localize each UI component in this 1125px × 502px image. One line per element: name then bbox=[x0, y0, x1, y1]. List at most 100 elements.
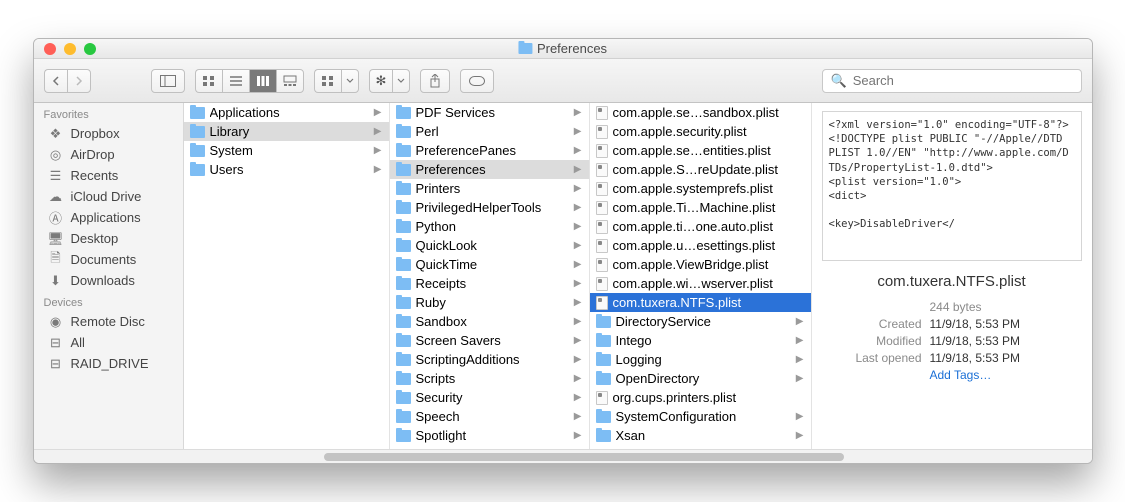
sidebar-item[interactable]: 🗎Documents bbox=[34, 249, 183, 270]
file-row[interactable]: PDF Services▶ bbox=[390, 103, 589, 122]
list-view-button[interactable] bbox=[222, 69, 249, 93]
file-row[interactable]: DirectoryService▶ bbox=[590, 312, 811, 331]
sidebar-item-label: RAID_DRIVE bbox=[71, 356, 149, 371]
file-row[interactable]: Preferences▶ bbox=[390, 160, 589, 179]
sidebar-item[interactable]: ☰Recents bbox=[34, 165, 183, 186]
preview-content: <?xml version="1.0" encoding="UTF-8"?> <… bbox=[822, 111, 1082, 261]
file-name: org.cups.printers.plist bbox=[613, 390, 807, 405]
file-row[interactable]: Security▶ bbox=[390, 388, 589, 407]
file-name: com.apple.u…esettings.plist bbox=[613, 238, 807, 253]
file-row[interactable]: SystemConfiguration▶ bbox=[590, 407, 811, 426]
file-row[interactable]: Scripts▶ bbox=[390, 369, 589, 388]
file-name: Receipts bbox=[416, 276, 569, 291]
file-row[interactable]: Sandbox▶ bbox=[390, 312, 589, 331]
file-name: QuickTime bbox=[416, 257, 569, 272]
folder-icon bbox=[596, 316, 611, 328]
share-button[interactable] bbox=[420, 69, 450, 93]
file-row[interactable]: com.apple.u…esettings.plist bbox=[590, 236, 811, 255]
sidebar-item[interactable]: ◎AirDrop bbox=[34, 144, 183, 165]
file-row[interactable]: Spotlight▶ bbox=[390, 426, 589, 445]
file-row[interactable]: com.tuxera.NTFS.plist bbox=[590, 293, 811, 312]
file-row[interactable]: com.apple.wi…wserver.plist bbox=[590, 274, 811, 293]
search-input[interactable] bbox=[853, 73, 1073, 88]
file-row[interactable]: Logging▶ bbox=[590, 350, 811, 369]
toolbar: ✻ 🔍 bbox=[34, 59, 1092, 103]
sidebar-toggle-button[interactable] bbox=[151, 69, 185, 93]
arrange-menu[interactable] bbox=[314, 69, 359, 93]
file-name: PDF Services bbox=[416, 105, 569, 120]
file-name: PreferencePanes bbox=[416, 143, 569, 158]
sidebar-item-label: Desktop bbox=[71, 231, 119, 246]
sidebar-item[interactable]: ⬇Downloads bbox=[34, 270, 183, 291]
sidebar-item-label: iCloud Drive bbox=[71, 189, 142, 204]
file-row[interactable]: Xsan▶ bbox=[590, 426, 811, 445]
file-row[interactable]: PrivilegedHelperTools▶ bbox=[390, 198, 589, 217]
file-row[interactable]: com.apple.security.plist bbox=[590, 122, 811, 141]
sidebar-item[interactable]: ⊟ RAID_DRIVE bbox=[34, 353, 183, 374]
file-row[interactable]: com.apple.ViewBridge.plist bbox=[590, 255, 811, 274]
tags-button[interactable] bbox=[460, 69, 494, 93]
title-text: Preferences bbox=[537, 41, 607, 56]
sidebar-item[interactable]: ☁iCloud Drive bbox=[34, 186, 183, 207]
disc-icon: ◉ bbox=[48, 314, 64, 330]
file-row[interactable]: Ruby▶ bbox=[390, 293, 589, 312]
file-row[interactable]: com.apple.ti…one.auto.plist bbox=[590, 217, 811, 236]
chevron-right-icon: ▶ bbox=[574, 164, 585, 175]
file-row[interactable]: com.apple.S…reUpdate.plist bbox=[590, 160, 811, 179]
desktop-icon: 🖥 bbox=[48, 231, 64, 247]
sidebar-item[interactable]: ⊟All bbox=[34, 332, 183, 353]
chevron-right-icon: ▶ bbox=[574, 183, 585, 194]
preview-filename: com.tuxera.NTFS.plist bbox=[822, 273, 1082, 290]
file-row[interactable]: System▶ bbox=[184, 141, 389, 160]
folder-icon bbox=[596, 335, 611, 347]
file-row[interactable]: com.apple.Ti…Machine.plist bbox=[590, 198, 811, 217]
file-row[interactable]: Receipts ▶ bbox=[390, 274, 589, 293]
file-row[interactable]: OpenDirectory▶ bbox=[590, 369, 811, 388]
folder-icon bbox=[396, 335, 411, 347]
back-button[interactable] bbox=[44, 69, 67, 93]
file-row[interactable]: Intego▶ bbox=[590, 331, 811, 350]
action-menu[interactable]: ✻ bbox=[369, 69, 411, 93]
file-row[interactable]: QuickLook▶ bbox=[390, 236, 589, 255]
file-name: com.apple.S…reUpdate.plist bbox=[613, 162, 807, 177]
file-row[interactable]: Speech▶ bbox=[390, 407, 589, 426]
file-row[interactable]: QuickTime▶ bbox=[390, 255, 589, 274]
folder-icon bbox=[190, 164, 205, 176]
file-name: Scripts bbox=[416, 371, 569, 386]
file-row[interactable]: Perl▶ bbox=[390, 122, 589, 141]
file-name: com.apple.security.plist bbox=[613, 124, 807, 139]
sidebar-item[interactable]: ⒶApplications bbox=[34, 207, 183, 228]
file-row[interactable]: Python▶ bbox=[390, 217, 589, 236]
file-row[interactable]: com.apple.se…entities.plist bbox=[590, 141, 811, 160]
file-row[interactable]: Applications▶ bbox=[184, 103, 389, 122]
file-row[interactable]: Users▶ bbox=[184, 160, 389, 179]
sidebar-item[interactable]: 🖥 Desktop bbox=[34, 228, 183, 249]
column-3: com.apple.se…sandbox.plist com.apple.secu… bbox=[590, 103, 812, 449]
file-row[interactable]: Printers▶ bbox=[390, 179, 589, 198]
file-row[interactable]: PreferencePanes▶ bbox=[390, 141, 589, 160]
chevron-right-icon: ▶ bbox=[574, 392, 585, 403]
close-button[interactable] bbox=[44, 43, 56, 55]
forward-button[interactable] bbox=[67, 69, 91, 93]
search-field[interactable]: 🔍 bbox=[822, 69, 1082, 93]
file-row[interactable]: com.apple.systemprefs.plist bbox=[590, 179, 811, 198]
gallery-view-button[interactable] bbox=[276, 69, 304, 93]
scrollbar-thumb[interactable] bbox=[324, 453, 844, 461]
chevron-right-icon: ▶ bbox=[574, 278, 585, 289]
file-name: Sandbox bbox=[416, 314, 569, 329]
add-tags-link[interactable]: Add Tags… bbox=[930, 368, 992, 382]
minimize-button[interactable] bbox=[64, 43, 76, 55]
sidebar-item[interactable]: ❖Dropbox bbox=[34, 123, 183, 144]
file-row[interactable]: Screen Savers▶ bbox=[390, 331, 589, 350]
drive-icon: ⊟ bbox=[48, 356, 64, 372]
file-row[interactable]: com.apple.se…sandbox.plist bbox=[590, 103, 811, 122]
sidebar-item[interactable]: ◉Remote Disc bbox=[34, 311, 183, 332]
horizontal-scrollbar[interactable] bbox=[34, 449, 1092, 463]
file-row[interactable]: org.cups.printers.plist bbox=[590, 388, 811, 407]
folder-icon bbox=[396, 297, 411, 309]
file-row[interactable]: Library▶ bbox=[184, 122, 389, 141]
column-view-button[interactable] bbox=[249, 69, 276, 93]
file-row[interactable]: ScriptingAdditions▶ bbox=[390, 350, 589, 369]
icon-view-button[interactable] bbox=[195, 69, 222, 93]
zoom-button[interactable] bbox=[84, 43, 96, 55]
